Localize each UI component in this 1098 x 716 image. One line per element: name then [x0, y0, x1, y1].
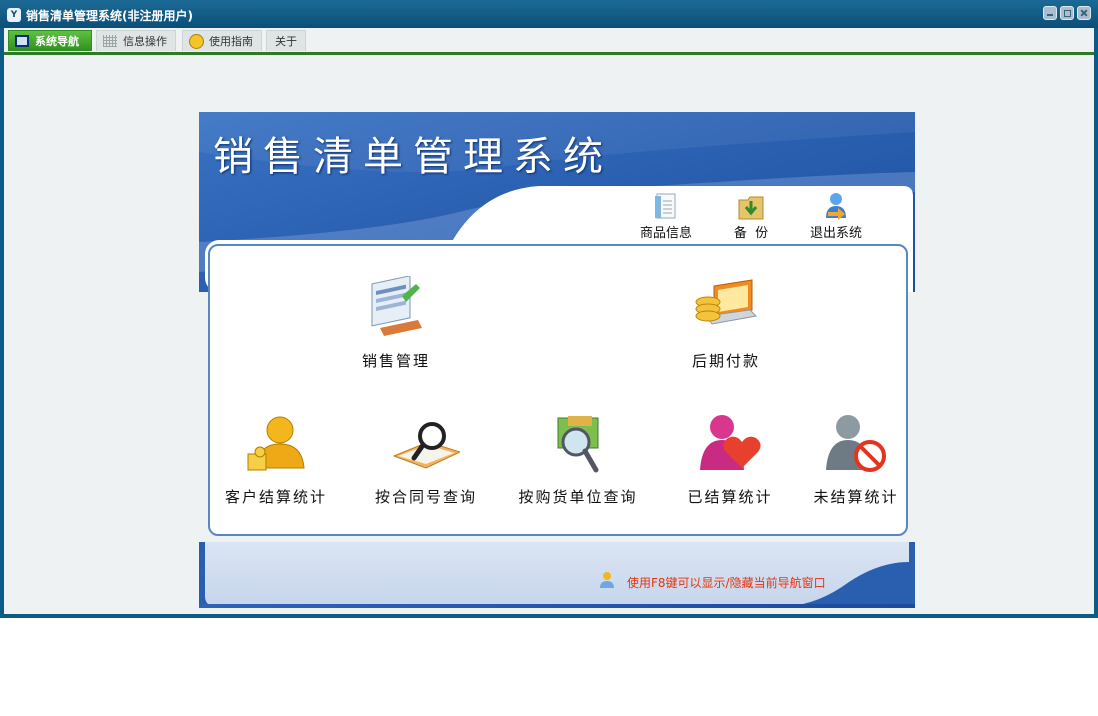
sales-management-icon	[371, 276, 422, 336]
minimize-button[interactable]	[1043, 6, 1057, 20]
toolbar-label: 商品信息	[639, 226, 692, 241]
menu-label: 后期付款	[691, 352, 760, 370]
tab-bar: 系统导航 信息操作 使用指南 关于	[4, 28, 1094, 55]
tab-info-operations[interactable]: 信息操作	[96, 30, 176, 51]
exit-user-icon	[826, 193, 846, 220]
hint-text: 使用F8键可以显示/隐藏当前导航窗口	[627, 576, 826, 590]
client-area: 系统导航 信息操作 使用指南 关于 销售清单管理系统 商品信息 备 份 退出系统…	[4, 28, 1094, 614]
settled-stats-button[interactable]: 已结算统计	[656, 412, 796, 512]
document-icon	[655, 193, 676, 219]
menu-label: 未结算统计	[813, 488, 899, 506]
backup-folder-icon	[738, 196, 764, 220]
settled-stats-icon	[700, 415, 761, 470]
payment-icon	[695, 279, 758, 325]
app-window: Y 销售清单管理系统(非注册用户) 系统导航 信息操作 使用指南 关于 销售清单…	[0, 0, 1098, 618]
system-title: 销售清单管理系统	[213, 134, 613, 180]
user-hint-icon	[600, 572, 614, 588]
toolbar-label: 退出系统	[809, 226, 862, 241]
menu-label: 按合同号查询	[374, 488, 477, 506]
tab-system-nav[interactable]: 系统导航	[8, 30, 92, 51]
contract-search-icon	[392, 422, 460, 469]
unsettled-stats-button[interactable]: 未结算统计	[782, 412, 915, 512]
menu-label: 按购货单位查询	[518, 488, 638, 506]
exit-system-button[interactable]: 退出系统	[801, 190, 871, 242]
tab-about[interactable]: 关于	[266, 30, 306, 51]
product-info-button[interactable]: 商品信息	[631, 190, 701, 242]
sales-management-button[interactable]: 销售管理	[322, 276, 462, 376]
tab-label: 关于	[275, 35, 297, 48]
menu-area: 销售管理 后期付款 客户结算统计 按合同号查询 按购货单位查询 已结算统计 未结…	[208, 244, 908, 536]
deferred-payment-button[interactable]: 后期付款	[652, 276, 792, 376]
buyer-search-icon	[557, 416, 599, 473]
menu-label: 销售管理	[361, 352, 430, 370]
app-logo-icon: Y	[7, 8, 21, 22]
restore-button[interactable]	[1060, 6, 1074, 20]
navigation-panel: 销售清单管理系统 商品信息 备 份 退出系统 销售管理 后期付款 客户结算统计 …	[199, 112, 915, 608]
tab-label: 使用指南	[209, 35, 253, 48]
smiley-icon	[189, 34, 204, 49]
monitor-icon	[15, 35, 29, 47]
title-bar[interactable]: Y 销售清单管理系统(非注册用户)	[0, 0, 1098, 28]
customer-settlement-button[interactable]: 客户结算统计	[202, 412, 342, 512]
unsettled-stats-icon	[826, 415, 886, 472]
contract-search-button[interactable]: 按合同号查询	[352, 412, 492, 512]
tab-label: 系统导航	[35, 35, 79, 48]
customer-settlement-icon	[247, 416, 305, 471]
menu-label: 客户结算统计	[224, 488, 327, 506]
tab-user-guide[interactable]: 使用指南	[182, 30, 262, 51]
toolbar-label: 备 份	[733, 226, 769, 241]
backup-button[interactable]: 备 份	[716, 190, 786, 242]
grid-icon	[103, 35, 117, 47]
buyer-search-button[interactable]: 按购货单位查询	[504, 412, 644, 512]
tab-label: 信息操作	[123, 35, 167, 48]
window-title: 销售清单管理系统(非注册用户)	[26, 9, 193, 23]
close-button[interactable]	[1077, 6, 1091, 20]
